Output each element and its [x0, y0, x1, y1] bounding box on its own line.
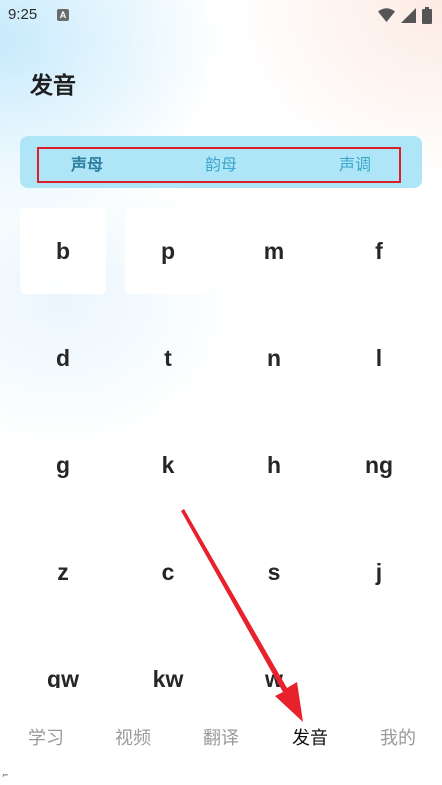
consonant-cell[interactable]: t — [125, 315, 211, 401]
consonant-cell[interactable]: h — [231, 422, 317, 508]
bottom-tab-bar: 学习 视频 翻译 发音 我的 — [0, 712, 442, 762]
segment-tab-initials[interactable]: 声母 — [42, 151, 132, 175]
corner-marker-icon: ⌐ — [2, 771, 9, 780]
consonant-cell[interactable]: f — [336, 208, 422, 294]
status-time: 9:25 — [8, 6, 38, 23]
consonant-cell[interactable]: m — [231, 208, 317, 294]
consonant-cell[interactable]: g — [20, 422, 106, 508]
consonant-cell[interactable]: w — [231, 636, 317, 689]
tab-learn[interactable]: 学习 — [11, 724, 81, 750]
consonant-cell[interactable]: n — [231, 315, 317, 401]
consonant-cell[interactable]: ng — [336, 422, 422, 508]
consonant-cell[interactable]: z — [20, 529, 106, 615]
status-bar: 9:25 A — [0, 0, 442, 32]
tab-translate[interactable]: 翻译 — [186, 724, 256, 750]
cellular-signal-icon — [401, 8, 416, 27]
tab-mine[interactable]: 我的 — [363, 724, 433, 750]
tab-pronunciation[interactable]: 发音 — [275, 724, 345, 750]
consonant-cell[interactable]: j — [336, 529, 422, 615]
consonant-cell[interactable]: l — [336, 315, 422, 401]
page-title: 发音 — [30, 73, 76, 99]
wifi-icon — [378, 8, 395, 27]
segment-tab-finals[interactable]: 韵母 — [176, 151, 266, 175]
consonant-cell[interactable]: k — [125, 422, 211, 508]
consonant-cell[interactable]: p — [125, 208, 211, 294]
consonant-cell[interactable]: s — [231, 529, 317, 615]
status-icons — [378, 7, 432, 28]
consonant-cell[interactable]: c — [125, 529, 211, 615]
consonant-cell[interactable]: gw — [20, 636, 106, 689]
initials-finals-tones-switcher: 声母 韵母 声调 — [20, 136, 422, 188]
consonant-cell[interactable]: d — [20, 315, 106, 401]
consonant-grid: b p m f d t n l g k h ng z c s j gw kw w — [0, 200, 442, 688]
segment-tab-tones[interactable]: 声调 — [310, 151, 400, 175]
consonant-cell[interactable]: b — [20, 208, 106, 294]
tab-video[interactable]: 视频 — [98, 724, 168, 750]
consonant-cell[interactable]: kw — [125, 636, 211, 689]
notification-app-icon: A — [57, 9, 69, 21]
battery-icon — [422, 7, 432, 28]
